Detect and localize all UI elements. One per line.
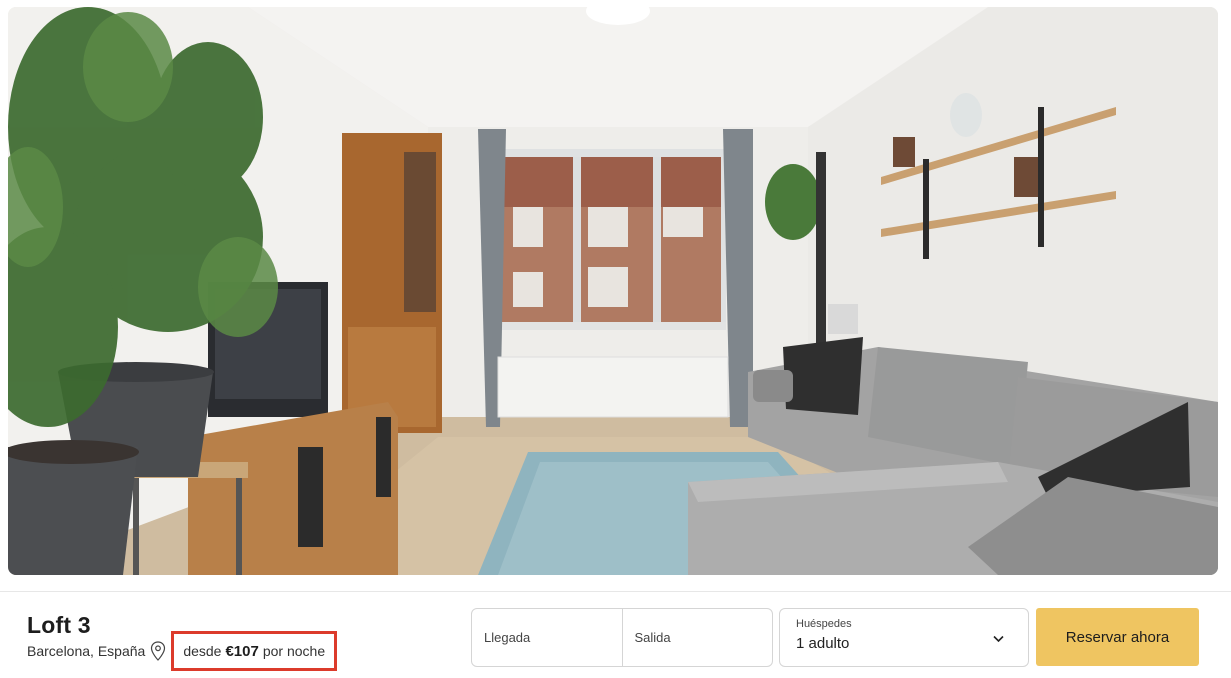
price-prefix: desde (183, 643, 222, 659)
price-value: €107 (225, 642, 259, 660)
guests-value: 1 adulto (796, 635, 850, 652)
location-pin-icon[interactable] (150, 641, 166, 661)
guests-select[interactable]: Huéspedes 1 adulto (779, 608, 1029, 667)
booking-bar: Loft 3 Barcelona, España desde €107 por … (0, 591, 1231, 678)
price-highlight: desde €107 por noche (171, 631, 338, 671)
checkin-label: Llegada (484, 630, 531, 645)
property-location: Barcelona, España (27, 643, 146, 659)
date-range-picker: Llegada Salida (471, 608, 773, 667)
guests-label: Huéspedes (796, 618, 852, 630)
checkout-field[interactable]: Salida (621, 609, 773, 666)
property-photo (8, 7, 1218, 575)
property-info: Barcelona, España desde €107 por noche (27, 631, 338, 671)
price-suffix: por noche (262, 643, 326, 659)
chevron-down-icon (993, 635, 1004, 643)
property-title: Loft 3 (27, 612, 91, 638)
reserve-button[interactable]: Reservar ahora (1036, 608, 1199, 666)
checkin-field[interactable]: Llegada (472, 609, 622, 666)
checkout-label: Salida (634, 630, 671, 645)
